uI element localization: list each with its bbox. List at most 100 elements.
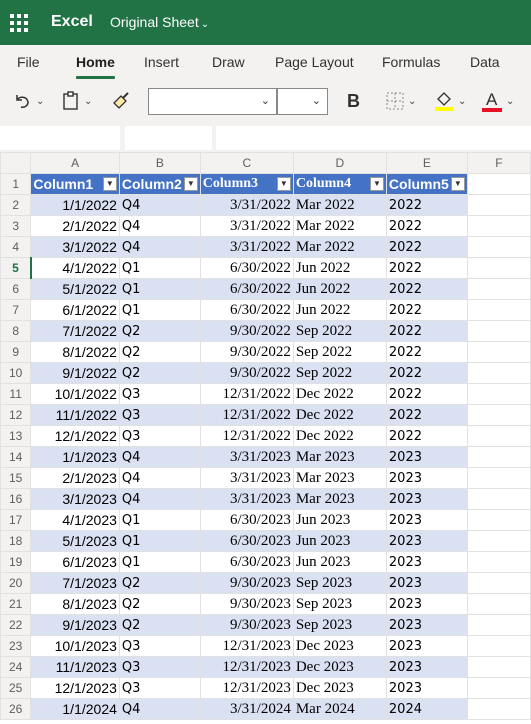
filter-dropdown-icon[interactable]: ▼ [102, 177, 117, 191]
date-cell[interactable]: 12/1/2022 [30, 425, 120, 447]
year-cell[interactable]: 2023 [385, 614, 468, 636]
year-cell[interactable]: 2022 [385, 278, 468, 300]
date-cell[interactable]: 1/1/2022 [30, 194, 120, 216]
document-title[interactable]: Original Sheet ⌄ [110, 14, 209, 30]
quarter-end-cell[interactable]: 9/30/2022 [199, 341, 294, 363]
quarter-cell[interactable]: Q3 [118, 404, 201, 426]
date-cell[interactable]: 2/1/2022 [30, 215, 120, 237]
row-header[interactable]: 22 [0, 614, 32, 636]
spreadsheet-grid[interactable]: A B C D E F 1 Column1 ▼ Column2 ▼ Column3 ▼… [0, 152, 531, 724]
quarter-cell[interactable]: Q1 [118, 509, 201, 531]
year-cell[interactable]: 2023 [385, 530, 468, 552]
row-header[interactable]: 15 [0, 467, 32, 489]
quarter-cell[interactable]: Q2 [118, 572, 201, 594]
empty-cell[interactable] [466, 257, 531, 279]
font-name-select[interactable]: ⌄ [148, 88, 277, 115]
column-header-a[interactable]: A [30, 152, 120, 174]
quarter-cell[interactable]: Q3 [118, 425, 201, 447]
quarter-cell[interactable]: Q4 [118, 236, 201, 258]
row-header[interactable]: 23 [0, 635, 32, 657]
quarter-cell[interactable]: Q1 [118, 257, 201, 279]
quarter-cell[interactable]: Q1 [118, 530, 201, 552]
month-cell[interactable]: Mar 2022 [292, 215, 387, 237]
empty-cell[interactable] [466, 446, 531, 468]
quarter-end-cell[interactable]: 6/30/2023 [199, 509, 294, 531]
date-cell[interactable]: 5/1/2023 [30, 530, 120, 552]
column-header-d[interactable]: D [292, 152, 387, 174]
date-cell[interactable]: 5/1/2022 [30, 278, 120, 300]
empty-cell[interactable] [466, 404, 531, 426]
name-box[interactable] [0, 126, 120, 150]
year-cell[interactable]: 2022 [385, 236, 468, 258]
row-header[interactable]: 26 [0, 698, 32, 720]
month-cell[interactable]: Jun 2023 [292, 551, 387, 573]
row-header[interactable]: 5 [0, 257, 32, 279]
tab-file[interactable]: File [17, 54, 40, 70]
year-cell[interactable]: 2022 [385, 383, 468, 405]
date-cell[interactable]: 7/1/2022 [30, 320, 120, 342]
empty-cell[interactable] [466, 530, 531, 552]
filter-dropdown-icon[interactable]: ▼ [276, 177, 291, 191]
month-cell[interactable]: Mar 2023 [292, 467, 387, 489]
row-header[interactable]: 3 [0, 215, 32, 237]
date-cell[interactable]: 6/1/2022 [30, 299, 120, 321]
select-all-corner[interactable] [0, 152, 32, 174]
date-cell[interactable]: 6/1/2023 [30, 551, 120, 573]
empty-cell[interactable] [466, 236, 531, 258]
tab-page-layout[interactable]: Page Layout [275, 54, 354, 70]
tab-draw[interactable]: Draw [212, 54, 245, 70]
quarter-end-cell[interactable]: 12/31/2023 [199, 635, 294, 657]
quarter-cell[interactable]: Q1 [118, 299, 201, 321]
empty-cell[interactable] [466, 425, 531, 447]
app-name[interactable]: Excel [51, 13, 93, 31]
year-cell[interactable]: 2022 [385, 404, 468, 426]
date-cell[interactable]: 9/1/2022 [30, 362, 120, 384]
font-color-button[interactable]: A ⌄ [482, 89, 514, 113]
month-cell[interactable]: Sep 2022 [292, 362, 387, 384]
year-cell[interactable]: 2023 [385, 656, 468, 678]
row-header[interactable]: 8 [0, 320, 32, 342]
quarter-end-cell[interactable]: 3/31/2023 [199, 488, 294, 510]
quarter-end-cell[interactable]: 9/30/2022 [199, 320, 294, 342]
empty-cell[interactable] [466, 698, 531, 720]
year-cell[interactable]: 2023 [385, 446, 468, 468]
month-cell[interactable]: Mar 2023 [292, 446, 387, 468]
month-cell[interactable]: Dec 2022 [292, 425, 387, 447]
quarter-cell[interactable]: Q4 [118, 194, 201, 216]
year-cell[interactable]: 2023 [385, 509, 468, 531]
column-header-c[interactable]: C [199, 152, 294, 174]
year-cell[interactable]: 2022 [385, 320, 468, 342]
undo-button[interactable]: ⌄ [12, 89, 44, 113]
year-cell[interactable]: 2023 [385, 677, 468, 699]
date-cell[interactable]: 4/1/2022 [30, 257, 120, 279]
month-cell[interactable]: Sep 2023 [292, 572, 387, 594]
row-header[interactable]: 21 [0, 593, 32, 615]
quarter-end-cell[interactable]: 9/30/2023 [199, 593, 294, 615]
empty-cell[interactable] [466, 677, 531, 699]
empty-cell[interactable] [466, 362, 531, 384]
date-cell[interactable]: 9/1/2023 [30, 614, 120, 636]
quarter-cell[interactable]: Q2 [118, 362, 201, 384]
empty-cell[interactable] [466, 551, 531, 573]
quarter-end-cell[interactable]: 3/31/2024 [199, 698, 294, 720]
month-cell[interactable]: Dec 2023 [292, 656, 387, 678]
empty-cell[interactable] [466, 656, 531, 678]
empty-cell[interactable] [466, 299, 531, 321]
month-cell[interactable]: Sep 2023 [292, 593, 387, 615]
quarter-cell[interactable]: Q2 [118, 614, 201, 636]
empty-cell[interactable] [466, 635, 531, 657]
table-header-cell[interactable]: Column1 ▼ [30, 173, 120, 195]
column-header-b[interactable]: B [118, 152, 201, 174]
empty-cell[interactable] [466, 278, 531, 300]
empty-cell[interactable] [466, 173, 531, 195]
date-cell[interactable]: 12/1/2023 [30, 677, 120, 699]
row-header[interactable]: 4 [0, 236, 32, 258]
date-cell[interactable]: 11/1/2023 [30, 656, 120, 678]
table-header-cell[interactable]: Column2 ▼ [118, 173, 201, 195]
year-cell[interactable]: 2022 [385, 362, 468, 384]
row-header[interactable]: 11 [0, 383, 32, 405]
month-cell[interactable]: Jun 2022 [292, 299, 387, 321]
quarter-end-cell[interactable]: 12/31/2022 [199, 383, 294, 405]
empty-cell[interactable] [466, 488, 531, 510]
tab-home[interactable]: Home [76, 54, 115, 79]
